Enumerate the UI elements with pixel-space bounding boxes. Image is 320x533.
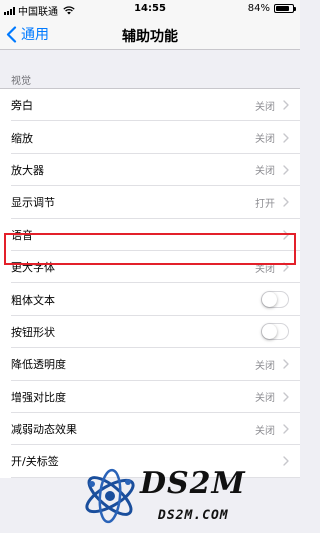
page-title: 辅助功能 bbox=[122, 29, 178, 45]
chevron-right-icon bbox=[283, 230, 289, 240]
row-label: 更大字体 bbox=[11, 261, 55, 275]
row-value: 打开 bbox=[255, 198, 275, 210]
status-right: 84% bbox=[247, 3, 296, 14]
row-value: 关闭 bbox=[255, 393, 275, 405]
row-value: 关闭 bbox=[255, 425, 275, 437]
row-label: 增强对比度 bbox=[11, 390, 66, 404]
status-bar: 中国联通 14:55 84% bbox=[0, 0, 300, 18]
row-label: 放大器 bbox=[11, 163, 44, 177]
section-header-vision: 视觉 bbox=[11, 76, 31, 87]
row-accessory: 关闭 bbox=[255, 413, 289, 445]
accessibility-screen: 中国联通 14:55 84% 通用 辅助功能 视觉 旁白 关闭 缩放 关闭 放大器 关闭显… bbox=[0, 0, 300, 533]
row-label: 减弱动态效果 bbox=[11, 423, 77, 437]
chevron-right-icon bbox=[283, 392, 289, 402]
row-accessory: 关闭 bbox=[255, 154, 289, 186]
row-value: 关闭 bbox=[255, 134, 275, 146]
row-label: 旁白 bbox=[11, 99, 33, 113]
row-label: 开/关标签 bbox=[11, 455, 59, 469]
chevron-right-icon bbox=[283, 165, 289, 175]
row-value: 关闭 bbox=[255, 360, 275, 372]
row-label: 降低透明度 bbox=[11, 358, 66, 372]
row-label: 显示调节 bbox=[11, 196, 55, 210]
row-label: 语音 bbox=[11, 228, 33, 242]
chevron-right-icon bbox=[283, 197, 289, 208]
watermark: DS2M DS2M.COM bbox=[80, 462, 290, 532]
toggle-knob bbox=[262, 324, 277, 340]
row-accessory: 关闭 bbox=[255, 89, 289, 121]
toggle-switch[interactable] bbox=[261, 323, 289, 341]
row-label: 粗体文本 bbox=[11, 293, 55, 307]
toggle-knob bbox=[262, 292, 277, 308]
watermark-title: DS2M bbox=[140, 466, 246, 501]
battery-fill bbox=[276, 6, 290, 11]
settings-row[interactable]: 旁白 关闭 bbox=[0, 89, 300, 122]
settings-row[interactable]: 按钮形状 bbox=[0, 316, 300, 349]
row-accessory: 关闭 bbox=[255, 381, 289, 413]
settings-row[interactable]: 降低透明度 关闭 bbox=[0, 348, 300, 381]
chevron-right-icon bbox=[283, 359, 289, 370]
settings-row[interactable]: 放大器 关闭 bbox=[0, 154, 300, 187]
row-value: 关闭 bbox=[255, 166, 275, 178]
settings-list: 旁白 关闭 缩放 关闭 放大器 关闭 显示调节 打开 语音 更大字体 关闭 粗体文本 按钮形状 降低透明度… bbox=[0, 88, 300, 479]
battery-percent: 84% bbox=[247, 3, 270, 14]
row-accessory: 打开 bbox=[255, 186, 289, 218]
atom-logo-icon bbox=[85, 468, 135, 524]
row-accessory: 关闭 bbox=[255, 348, 289, 380]
settings-row[interactable]: 缩放 关闭 bbox=[0, 121, 300, 155]
row-accessory bbox=[261, 316, 289, 348]
row-accessory bbox=[261, 283, 289, 315]
row-accessory: 关闭 bbox=[255, 251, 289, 283]
settings-row[interactable]: 更大字体 关闭 bbox=[0, 251, 300, 284]
settings-row[interactable]: 粗体文本 bbox=[0, 283, 300, 317]
settings-row[interactable]: 增强对比度 关闭 bbox=[0, 381, 300, 414]
chevron-right-icon bbox=[283, 424, 289, 434]
settings-row[interactable]: 语音 bbox=[0, 219, 300, 252]
row-accessory bbox=[283, 219, 289, 251]
watermark-subtitle: DS2M.COM bbox=[158, 508, 229, 523]
row-label: 缩放 bbox=[11, 131, 33, 145]
settings-row[interactable]: 减弱动态效果 关闭 bbox=[0, 413, 300, 446]
chevron-right-icon bbox=[283, 100, 289, 110]
row-label: 按钮形状 bbox=[11, 325, 55, 339]
chevron-right-icon bbox=[283, 132, 289, 143]
settings-row[interactable]: 显示调节 打开 bbox=[0, 186, 300, 219]
battery-icon bbox=[274, 4, 296, 13]
toggle-switch[interactable] bbox=[261, 291, 289, 309]
row-value: 关闭 bbox=[255, 101, 275, 113]
navigation-bar: 通用 辅助功能 bbox=[0, 18, 300, 50]
chevron-right-icon bbox=[283, 262, 289, 272]
row-accessory: 关闭 bbox=[255, 121, 289, 153]
row-value: 关闭 bbox=[255, 263, 275, 275]
